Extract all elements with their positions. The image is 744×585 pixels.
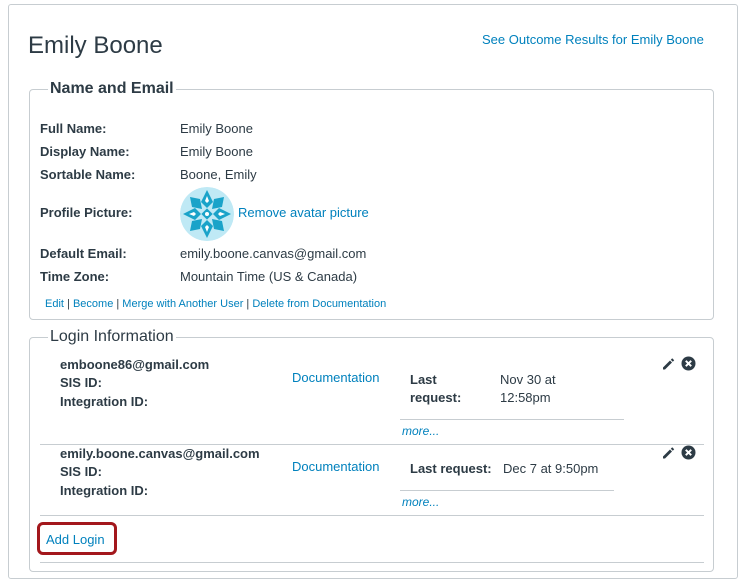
profile-picture-label: Profile Picture: <box>40 205 133 220</box>
default-email-value: emily.boone.canvas@gmail.com <box>180 246 367 261</box>
sortable-name-value: Boone, Emily <box>180 167 257 182</box>
authentication-provider-link[interactable]: Documentation <box>292 459 379 474</box>
user-actions: Edit | Become | Merge with Another User … <box>45 298 386 310</box>
divider <box>400 419 624 420</box>
pencil-icon[interactable] <box>661 446 675 460</box>
authentication-provider-link[interactable]: Documentation <box>292 370 379 385</box>
become-link[interactable]: Become <box>73 298 113 310</box>
name-and-email-legend: Name and Email <box>50 80 174 97</box>
action-separator: | <box>63 298 73 310</box>
action-separator: | <box>113 298 123 310</box>
delete-user-link[interactable]: Delete from Documentation <box>252 298 386 310</box>
add-login-button[interactable]: Add Login <box>46 532 105 547</box>
more-link[interactable]: more... <box>402 424 439 438</box>
sortable-name-label: Sortable Name: <box>40 167 136 182</box>
login-id: emboone86@gmail.com <box>60 357 210 372</box>
last-request-label: Last <box>410 372 437 387</box>
display-name-label: Display Name: <box>40 144 130 159</box>
remove-avatar-link[interactable]: Remove avatar picture <box>238 205 369 220</box>
name-and-email-section: Name and Email <box>29 80 714 320</box>
sis-id-label: SIS ID: <box>60 375 102 390</box>
last-request-label: request: <box>410 390 462 405</box>
more-link[interactable]: more... <box>402 495 439 509</box>
last-request-label: Last request: <box>410 461 492 476</box>
page-title: Emily Boone <box>28 32 163 59</box>
integration-id-label: Integration ID: <box>60 394 149 409</box>
time-zone-label: Time Zone: <box>40 269 110 284</box>
delete-circle-icon[interactable] <box>681 356 696 371</box>
login-divider <box>40 515 704 516</box>
login-id: emily.boone.canvas@gmail.com <box>60 446 260 461</box>
display-name-value: Emily Boone <box>180 144 253 159</box>
full-name-value: Emily Boone <box>180 121 253 136</box>
merge-user-link[interactable]: Merge with Another User <box>122 298 243 310</box>
avatar <box>180 187 234 241</box>
last-request-value: Dec 7 at 9:50pm <box>503 461 599 476</box>
full-name-label: Full Name: <box>40 121 107 136</box>
action-separator: | <box>243 298 253 310</box>
divider <box>400 490 614 491</box>
last-request-value: Nov 30 at <box>500 372 556 387</box>
pencil-icon[interactable] <box>661 357 675 371</box>
edit-link[interactable]: Edit <box>45 298 64 310</box>
outcome-results-link[interactable]: See Outcome Results for Emily Boone <box>482 32 704 47</box>
bottom-divider <box>40 562 704 563</box>
sis-id-label: SIS ID: <box>60 464 102 479</box>
last-request-value: 12:58pm <box>500 390 551 405</box>
default-email-label: Default Email: <box>40 246 127 261</box>
delete-circle-icon[interactable] <box>681 445 696 460</box>
integration-id-label: Integration ID: <box>60 483 149 498</box>
avatar-pattern-icon <box>180 187 234 241</box>
time-zone-value: Mountain Time (US & Canada) <box>180 269 358 284</box>
login-information-legend: Login Information <box>50 328 174 345</box>
login-divider <box>40 444 704 445</box>
